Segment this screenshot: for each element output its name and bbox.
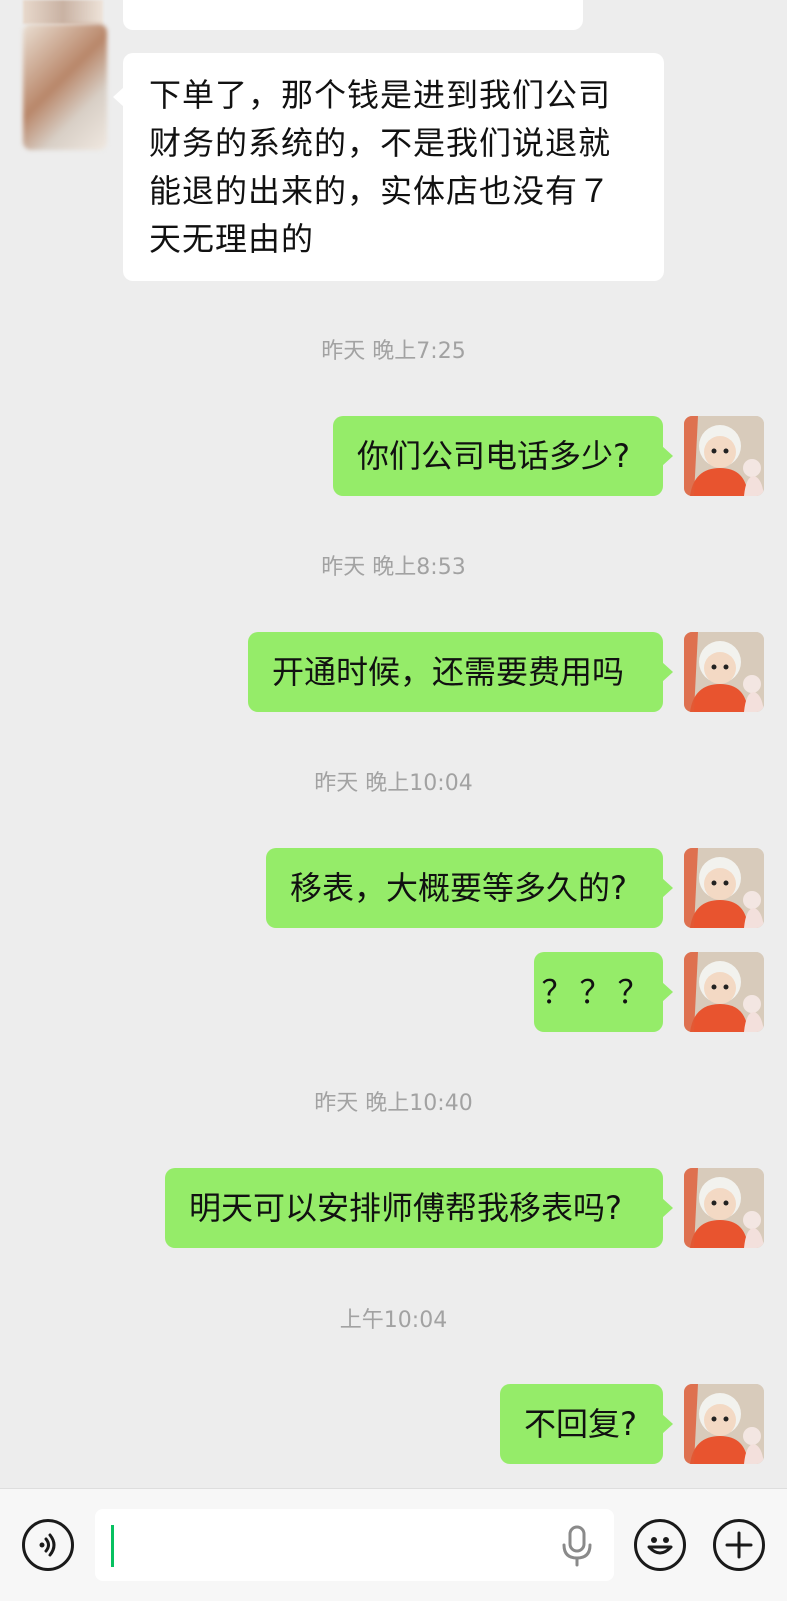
self-avatar[interactable] bbox=[684, 632, 764, 712]
chat-input-bar bbox=[0, 1488, 787, 1601]
outgoing-message[interactable]: 明天可以安排师傅帮我移表吗? bbox=[165, 1168, 673, 1248]
plus-icon bbox=[725, 1531, 753, 1559]
chat-area[interactable]: 下单了，那个钱是进到我们公司财务的系统的，不是我们说退就能退的出来的，实体店也没… bbox=[0, 0, 787, 1488]
text-cursor bbox=[111, 1525, 114, 1567]
timestamp: 昨天 晚上8:53 bbox=[321, 555, 466, 580]
outgoing-message-text: 移表，大概要等多久的? bbox=[290, 869, 627, 907]
self-avatar[interactable] bbox=[684, 848, 764, 928]
emoji-icon bbox=[647, 1537, 673, 1555]
outgoing-message[interactable]: 不回复? bbox=[500, 1384, 673, 1464]
incoming-message-text: 下单了，那个钱是进到我们公司财务的系统的，不是我们说退就能退的出来的，实体店也没… bbox=[149, 76, 612, 258]
timestamp: 昨天 晚上10:04 bbox=[314, 771, 473, 796]
contact-avatar[interactable] bbox=[23, 24, 107, 150]
outgoing-message[interactable]: 移表，大概要等多久的? bbox=[266, 848, 673, 928]
self-avatar[interactable] bbox=[684, 1384, 764, 1464]
voice-icon bbox=[39, 1533, 56, 1557]
outgoing-message-text: ？？？ bbox=[541, 973, 656, 1011]
timestamp: 上午10:04 bbox=[339, 1308, 448, 1333]
mic-icon[interactable] bbox=[560, 1525, 594, 1567]
incoming-message[interactable]: 下单了，那个钱是进到我们公司财务的系统的，不是我们说退就能退的出来的，实体店也没… bbox=[113, 53, 664, 281]
more-button[interactable] bbox=[713, 1519, 765, 1571]
outgoing-message-text: 开通时候，还需要费用吗 bbox=[272, 653, 625, 691]
outgoing-message[interactable]: 你们公司电话多少? bbox=[333, 416, 673, 496]
self-avatar[interactable] bbox=[684, 1168, 764, 1248]
contact-avatar-partial[interactable] bbox=[23, 0, 103, 24]
outgoing-message[interactable]: ？？？ bbox=[534, 952, 673, 1032]
outgoing-message-text: 你们公司电话多少? bbox=[357, 437, 630, 475]
self-avatar[interactable] bbox=[684, 952, 764, 1032]
timestamp: 昨天 晚上10:40 bbox=[314, 1091, 473, 1116]
outgoing-message-text: 不回复? bbox=[524, 1405, 637, 1443]
message-input[interactable] bbox=[95, 1509, 614, 1581]
emoji-button[interactable] bbox=[634, 1519, 686, 1571]
voice-mode-button[interactable] bbox=[22, 1519, 74, 1571]
outgoing-message-text: 明天可以安排师傅帮我移表吗? bbox=[189, 1189, 622, 1227]
self-avatar[interactable] bbox=[684, 416, 764, 496]
outgoing-message[interactable]: 开通时候，还需要费用吗 bbox=[248, 632, 673, 712]
timestamp: 昨天 晚上7:25 bbox=[321, 339, 466, 364]
previous-message-bubble[interactable] bbox=[123, 0, 583, 30]
